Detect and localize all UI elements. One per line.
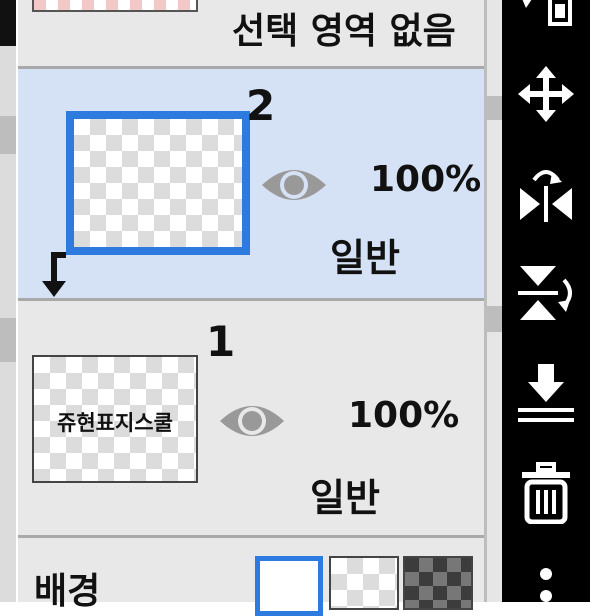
left-edge-scroll-segment (0, 116, 16, 154)
background-white-swatch[interactable] (255, 556, 323, 616)
left-edge-scroll-segment (0, 318, 16, 362)
layer-thumbnail[interactable]: 쥬현표지스쿨 (32, 355, 198, 483)
thumbnail-text: 쥬현표지스쿨 (57, 411, 173, 435)
background-label: 배경 (34, 571, 101, 612)
left-edge-dark (0, 0, 16, 46)
layer-blend-mode[interactable]: 일반 (310, 467, 380, 522)
scroll-gutter-segment (487, 96, 502, 120)
more-icon (538, 560, 554, 606)
visibility-eye-icon[interactable] (260, 161, 328, 213)
scroll-gutter (487, 0, 502, 602)
right-toolbar (502, 0, 590, 602)
layer-thumbnail[interactable] (66, 111, 250, 255)
selection-label: 선택 영역 없음 (232, 11, 456, 52)
layer-transfer-icon (516, 0, 576, 34)
background-row: 배경 (18, 538, 484, 616)
layer-blend-mode[interactable]: 일반 (330, 227, 400, 282)
delete-layer-button[interactable] (502, 462, 590, 528)
visibility-eye-icon[interactable] (218, 397, 286, 449)
left-edge-strip (0, 0, 16, 602)
layer-number: 1 (206, 317, 236, 366)
flip-vertical-button[interactable] (502, 262, 590, 328)
selection-thumbnail (32, 0, 198, 12)
flip-vertical-icon (516, 262, 576, 328)
selection-row[interactable]: 선택 영역 없음 (18, 0, 484, 66)
move-icon (518, 66, 574, 126)
flip-horizontal-button[interactable] (502, 160, 590, 228)
move-button[interactable] (502, 66, 590, 126)
merge-down-icon (516, 362, 576, 428)
layer-opacity[interactable]: 100% (370, 159, 481, 200)
layer-row-1[interactable]: 쥬현표지스쿨 1 100% 일반 (18, 301, 484, 535)
layer-opacity[interactable]: 100% (348, 395, 459, 436)
more-options-button[interactable] (502, 560, 590, 602)
clip-arrow-icon (36, 249, 76, 303)
layer-row-2[interactable]: 2 100% 일반 (18, 69, 484, 298)
trash-icon (520, 462, 572, 528)
flip-horizontal-icon (516, 160, 576, 228)
layer-transfer-button[interactable] (502, 0, 590, 34)
scroll-gutter-segment (487, 306, 502, 332)
layer-number: 2 (246, 81, 276, 130)
merge-down-button[interactable] (502, 362, 590, 428)
